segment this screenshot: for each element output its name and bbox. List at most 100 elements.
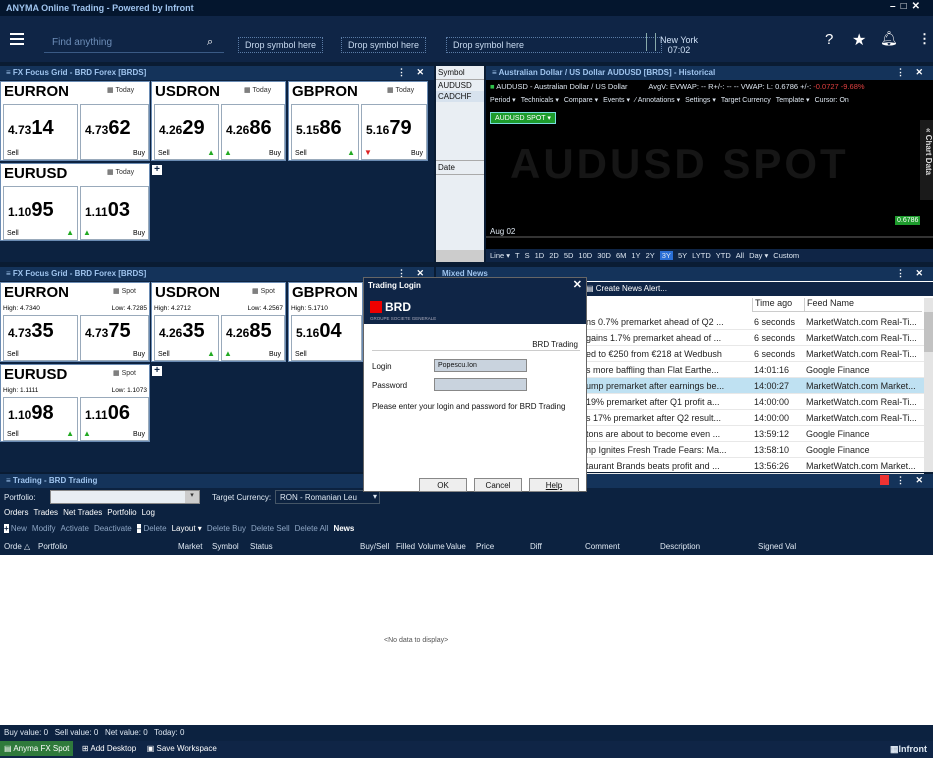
buy-price-box[interactable]: 4.7375 Buy [80,315,149,361]
sell-price-box[interactable]: 5.1604 Sell [291,315,362,361]
symbol-item[interactable]: AUDUSD [436,80,484,91]
chart-menu-item[interactable]: Period ▾ [490,96,516,104]
activate-button[interactable]: Activate [60,524,88,533]
fx-tile-gbpron-spot[interactable]: GBPRON High: 5.1710 5.1604 Sell [288,282,363,362]
add-tile-icon[interactable]: + [152,165,162,175]
chart-menu-item[interactable]: ⁄ Annotations ▾ [635,96,680,104]
chart-menu-item[interactable]: Compare ▾ [564,96,598,104]
col-header[interactable]: Price [476,542,494,551]
range-button[interactable]: 1Y [631,251,640,260]
news-button[interactable]: News [333,524,354,533]
range-button[interactable]: T [515,251,520,260]
bell-icon[interactable]: 🔔︎ [880,30,898,47]
login-field[interactable]: Popescu.Ion [434,359,527,372]
sell-price-box[interactable]: 1.1098 Sell ▲ [3,397,78,441]
target-currency-select[interactable]: RON - Romanian Leu ▾ [275,490,380,504]
range-button[interactable]: Custom [773,251,799,260]
range-button[interactable]: 10D [578,251,592,260]
search-input[interactable]: Find anything [44,33,224,53]
chart-menu-item[interactable]: Cursor: On [815,97,849,104]
drop-symbol-3[interactable]: Drop symbol here [446,37,662,53]
news-row[interactable]: s more baffling than Flat Earthe... 14:01… [584,362,924,378]
range-button[interactable]: 5Y [678,251,687,260]
search-icon[interactable]: ⌕ [207,36,213,49]
col-header[interactable]: Comment [585,542,620,551]
col-time[interactable]: Time ago [752,298,804,311]
news-row[interactable]: ump premarket after earnings be... 14:00:… [584,378,924,394]
news-row[interactable]: gains 1.7% premarket ahead of ... 6 secon… [584,330,924,346]
range-button[interactable]: 6M [616,251,626,260]
ok-button[interactable]: OK [419,478,467,492]
sell-price-box[interactable]: 4.2629 Sell ▲ [154,104,219,160]
chart-menu-item[interactable]: Settings ▾ [685,96,716,104]
buy-price-box[interactable]: 5.1679 ▼ Buy [361,104,427,160]
news-row[interactable]: ed to €250 from €218 at Wedbush 6 seconds… [584,346,924,362]
fx-tile-eurron[interactable]: EURRON ▦ Today 4.7314 Sell 4.7362 Buy [0,81,150,161]
hamburger-menu-icon[interactable] [10,33,24,45]
drop-symbol-2[interactable]: Drop symbol here [341,37,427,53]
new-button[interactable]: + New [4,524,27,533]
tab-orders[interactable]: Orders [4,508,28,517]
range-button[interactable]: 5D [564,251,574,260]
tab-trades[interactable]: Trades [33,508,58,517]
col-header[interactable]: Volume [418,542,445,551]
create-alert-button[interactable]: ▤ Create News Alert... [586,284,667,293]
fx-tile-usdron[interactable]: USDRON ▦ Today 4.2629 Sell ▲ 4.2686 ▲ Buy [151,81,286,161]
col-header[interactable]: Symbol [212,542,239,551]
delete-button[interactable]: – Delete [136,524,167,533]
col-header[interactable]: Filled [396,542,415,551]
range-button[interactable]: YTD [716,251,731,260]
buy-price-box[interactable]: 1.1103 ▲ Buy [80,186,149,240]
chart-data-sidetab[interactable]: « Chart Data [920,120,933,200]
symbol-scrollbar[interactable] [436,250,484,262]
range-button[interactable]: Line ▾ [490,251,510,260]
tab-net-trades[interactable]: Net Trades [63,508,102,517]
range-button[interactable]: 2Y [646,251,655,260]
cancel-button[interactable]: Cancel [474,478,522,492]
buy-price-box[interactable]: 4.7362 Buy [80,104,149,160]
fx-tile-gbpron[interactable]: GBPRON ▦ Today 5.1586 Sell ▲ 5.1679 ▼ Buy [288,81,428,161]
sell-price-box[interactable]: 4.7314 Sell [3,104,78,160]
delete-all-button[interactable]: Delete All [295,524,329,533]
sell-price-box[interactable]: 4.7335 Sell [3,315,78,361]
sell-price-box[interactable]: 1.1095 Sell ▲ [3,186,78,240]
portfolio-select[interactable]: ▾ [50,490,200,504]
deactivate-button[interactable]: Deactivate [94,524,132,533]
save-workspace-button[interactable]: ▣ Save Workspace [143,741,221,756]
news-row[interactable]: s 17% premarket after Q2 result... 14:00:… [584,410,924,426]
col-feed[interactable]: Feed Name [804,298,922,311]
news-row[interactable]: np Ignites Fresh Trade Fears: Ma... 13:58… [584,442,924,458]
password-field[interactable] [434,378,527,391]
delete-sell-button[interactable]: Delete Sell [251,524,290,533]
chart-scrollbar[interactable] [486,236,933,238]
tab-log[interactable]: Log [142,508,155,517]
chart-menu-item[interactable]: Technicals ▾ [521,96,559,104]
buy-price-box[interactable]: 4.2685 ▲ Buy [221,315,285,361]
fx-tile-eurusd-spot[interactable]: EURUSD ▦ Spot High: 1.1111 Low: 1.1073 1.… [0,364,150,442]
window-controls[interactable]: –□✕ [890,1,925,12]
delete-buy-button[interactable]: Delete Buy [207,524,246,533]
col-header[interactable]: Signed Val [758,542,796,551]
star-icon[interactable]: ★ [852,30,866,50]
panel-close-icon[interactable]: ⋮ ✕ [896,67,927,78]
drop-symbol-1[interactable]: Drop symbol here [238,37,324,53]
range-button[interactable]: LYTD [692,251,711,260]
chart-menu-item[interactable]: Target Currency [721,97,771,104]
close-icon[interactable]: ✕ [573,278,582,291]
add-tile-icon[interactable]: + [152,366,162,376]
buy-price-box[interactable]: 4.2686 ▲ Buy [221,104,285,160]
buy-price-box[interactable]: 1.1106 ▲ Buy [80,397,149,441]
panel-close-icon[interactable]: ⋮ ✕ [896,268,927,279]
fx-tile-eurusd[interactable]: EURUSD ▦ Today 1.1095 Sell ▲ 1.1103 ▲ Buy [0,163,150,241]
fx-tile-eurron-spot[interactable]: EURRON ▦ Spot High: 4.7340 Low: 4.7285 4.… [0,282,150,362]
symbol-item[interactable]: CADCHF [436,91,484,102]
range-button[interactable]: 2D [549,251,559,260]
help-icon[interactable]: ? [825,31,833,48]
range-button[interactable]: 30D [597,251,611,260]
fx-tile-usdron-spot[interactable]: USDRON ▦ Spot High: 4.2712 Low: 4.2567 4.… [151,282,286,362]
range-button[interactable]: 1D [535,251,545,260]
col-header[interactable]: Value [446,542,466,551]
range-button[interactable]: S [525,251,530,260]
series-tag[interactable]: AUDUSD SPOT ▾ [490,112,556,124]
chart-menu-item[interactable]: Events ▾ [603,96,630,104]
